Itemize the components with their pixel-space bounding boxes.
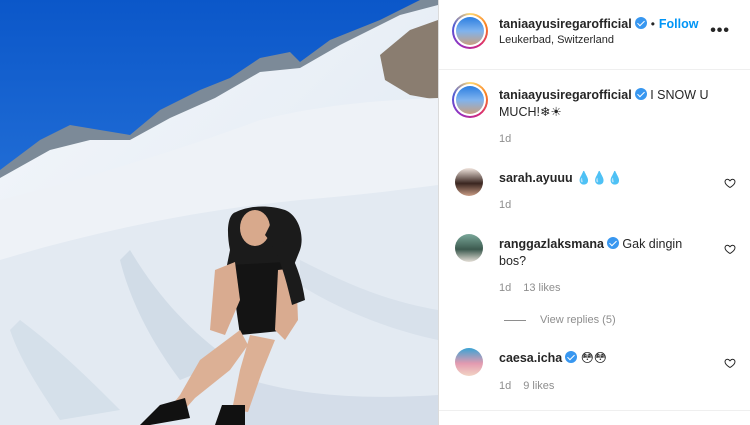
caption-username[interactable]: taniaayusiregarofficial [499, 88, 632, 102]
comment-username[interactable]: ranggazlaksmana [499, 237, 604, 251]
caption-avatar [456, 86, 484, 114]
comment-username[interactable]: sarah.ayuuu [499, 171, 573, 185]
replies-line [504, 319, 526, 321]
comment-text: 😳😳 [580, 351, 607, 365]
post-location[interactable]: Leukerbad, Switzerland [499, 34, 614, 46]
comment-likes[interactable]: 9 likes [523, 380, 554, 392]
comment-time: 1d [499, 380, 512, 392]
verified-badge-icon [634, 17, 647, 29]
commenter-avatar[interactable] [455, 234, 483, 262]
verified-badge-icon [606, 237, 619, 249]
comment-time: 1d [499, 282, 512, 294]
comment-time: 1d [499, 199, 512, 211]
comment-likes[interactable]: 13 likes [523, 282, 560, 294]
post-photo[interactable] [0, 0, 438, 425]
more-options-icon[interactable]: ••• [710, 22, 730, 40]
view-replies-button[interactable]: View replies (5) [504, 314, 616, 326]
separator-dot: • [650, 17, 655, 31]
follow-button[interactable]: Follow [659, 17, 699, 31]
like-heart-icon[interactable] [724, 177, 736, 189]
caption-story-ring[interactable] [452, 82, 488, 118]
comment-meta: 1d [499, 199, 523, 211]
view-replies-label: View replies (5) [540, 314, 616, 326]
avatar [456, 17, 484, 45]
comment-text: 💧💧💧 [576, 171, 623, 185]
post-side-panel: taniaayusiregarofficial • Follow Leukerbad… [439, 0, 750, 425]
comment-meta: 1d 9 likes [499, 380, 566, 392]
post-username[interactable]: taniaayusiregarofficial [499, 17, 632, 31]
action-bar [439, 410, 750, 425]
snow-mountain-photo [0, 0, 438, 425]
story-ring[interactable] [452, 13, 488, 49]
comment-meta: 1d 13 likes [499, 282, 573, 294]
like-heart-icon[interactable] [724, 357, 736, 369]
caption-time: 1d [499, 133, 512, 145]
commenter-avatar[interactable] [455, 348, 483, 376]
post-header: taniaayusiregarofficial • Follow Leukerbad… [439, 0, 750, 70]
commenter-avatar[interactable] [455, 168, 483, 196]
verified-badge-icon [634, 88, 647, 100]
comment-username[interactable]: caesa.icha [499, 351, 562, 365]
like-heart-icon[interactable] [724, 243, 736, 255]
verified-badge-icon [565, 351, 578, 363]
